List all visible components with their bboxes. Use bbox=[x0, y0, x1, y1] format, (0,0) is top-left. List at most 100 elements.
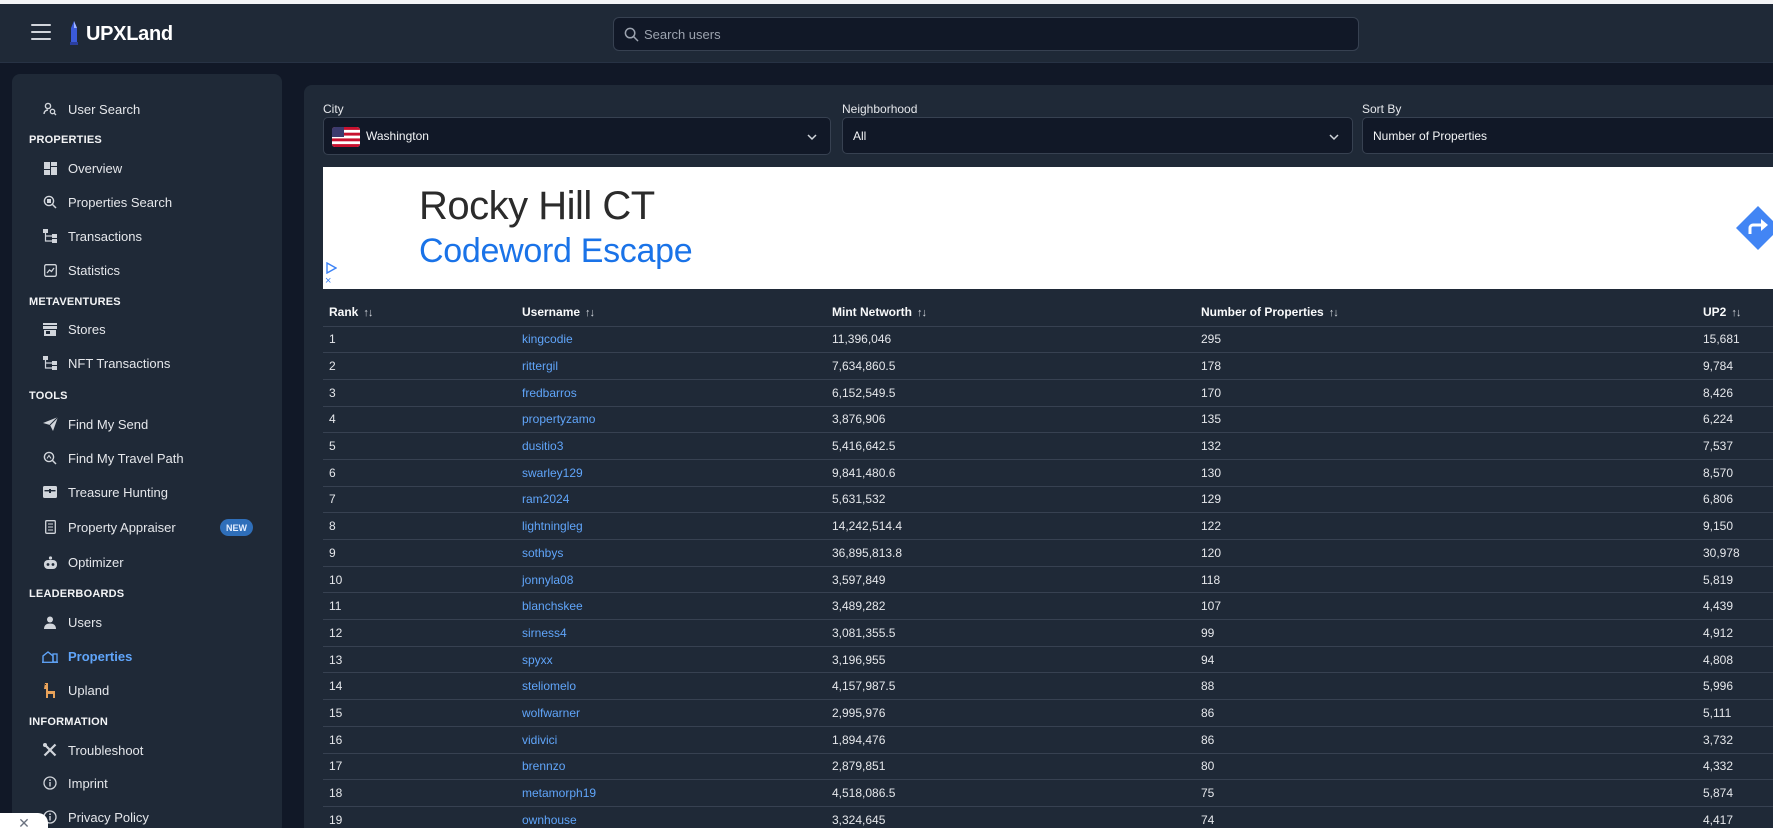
search-users-input[interactable] bbox=[644, 18, 1344, 50]
up2-cell: 4,439 bbox=[1697, 592, 1773, 621]
sidebar-item-users[interactable]: Users bbox=[42, 612, 102, 632]
sidebar-item-nft-transactions[interactable]: NFT Transactions bbox=[42, 353, 170, 373]
username-link[interactable]: spyxx bbox=[516, 646, 826, 674]
flow-icon bbox=[42, 355, 58, 371]
username-link[interactable]: ownhouse bbox=[516, 806, 826, 828]
sidebar-item-label: Treasure Hunting bbox=[68, 484, 168, 500]
app-title[interactable]: UPXLand bbox=[86, 23, 173, 46]
sidebar-item-upland[interactable]: Upland bbox=[42, 680, 109, 700]
num-properties-cell: 88 bbox=[1195, 672, 1697, 701]
sidebar-item-property-appraiser[interactable]: Property Appraiser bbox=[42, 517, 176, 537]
up2-cell: 3,732 bbox=[1697, 726, 1773, 754]
up2-cell: 5,819 bbox=[1697, 566, 1773, 594]
up2-cell: 9,784 bbox=[1697, 352, 1773, 380]
sort-arrows-icon[interactable]: ↑↓ bbox=[1731, 307, 1741, 319]
store-icon bbox=[42, 321, 58, 337]
sidebar-item-stores[interactable]: Stores bbox=[42, 319, 106, 339]
user-search-icon bbox=[42, 101, 58, 117]
rank-cell: 5 bbox=[323, 432, 516, 460]
sidebar-item-label: Troubleshoot bbox=[68, 742, 144, 758]
sort-arrows-icon[interactable]: ↑↓ bbox=[1329, 307, 1339, 319]
username-link[interactable]: sirness4 bbox=[516, 619, 826, 647]
sort-by-select[interactable]: Number of Properties bbox=[1362, 117, 1773, 154]
sidebar-item-find-my-travel-path[interactable]: Find My Travel Path bbox=[42, 448, 184, 468]
city-select[interactable]: Washington bbox=[323, 117, 831, 155]
sidebar-item-optimizer[interactable]: Optimizer bbox=[42, 552, 124, 572]
username-link[interactable]: blanchskee bbox=[516, 592, 826, 621]
ad-title[interactable]: Rocky Hill CT bbox=[419, 184, 655, 229]
neighborhood-select[interactable]: All bbox=[842, 117, 1353, 154]
sidebar-item-privacy-policy[interactable]: Privacy Policy bbox=[42, 807, 149, 827]
mint-networth-cell: 14,242,514.4 bbox=[826, 512, 1195, 540]
sidebar-item-properties[interactable]: Properties bbox=[42, 646, 132, 666]
username-link[interactable]: brennzo bbox=[516, 753, 826, 781]
username-link[interactable]: propertyzamo bbox=[516, 406, 826, 434]
num-properties-cell: 135 bbox=[1195, 406, 1697, 434]
section-title-tools: TOOLS bbox=[29, 390, 68, 402]
sort-arrows-icon[interactable]: ↑↓ bbox=[585, 307, 595, 319]
llama-icon bbox=[42, 682, 58, 698]
header-up2[interactable]: UP2 ↑↓ bbox=[1697, 298, 1773, 327]
directions-arrow-icon[interactable] bbox=[1735, 205, 1773, 251]
advertisement-banner[interactable]: Rocky Hill CT Codeword Escape × bbox=[323, 167, 1773, 289]
rank-cell: 15 bbox=[323, 699, 516, 727]
sidebar-item-statistics[interactable]: Statistics bbox=[42, 260, 120, 280]
ad-choices-icon[interactable] bbox=[325, 262, 337, 274]
header-mint-networth[interactable]: Mint Networth ↑↓ bbox=[826, 298, 1195, 327]
username-link[interactable]: ram2024 bbox=[516, 486, 826, 514]
search-box[interactable] bbox=[613, 17, 1359, 51]
rank-cell: 1 bbox=[323, 326, 516, 354]
sidebar-item-troubleshoot[interactable]: Troubleshoot bbox=[42, 740, 143, 760]
username-link[interactable]: wolfwarner bbox=[516, 699, 826, 727]
table-row: 19 ownhouse 3,324,645 74 4,417 bbox=[323, 806, 1773, 828]
ad-subtitle[interactable]: Codeword Escape bbox=[419, 232, 693, 271]
up2-cell: 5,996 bbox=[1697, 672, 1773, 701]
username-link[interactable]: dusitio3 bbox=[516, 432, 826, 460]
username-link[interactable]: sothbys bbox=[516, 539, 826, 567]
mint-networth-cell: 6,152,549.5 bbox=[826, 379, 1195, 407]
sidebar: User Search PROPERTIES Overview Properti… bbox=[12, 74, 282, 828]
sidebar-item-label: Stores bbox=[68, 321, 106, 337]
up2-cell: 30,978 bbox=[1697, 539, 1773, 567]
rank-cell: 14 bbox=[323, 672, 516, 701]
username-link[interactable]: metamorph19 bbox=[516, 779, 826, 807]
username-link[interactable]: kingcodie bbox=[516, 326, 826, 354]
sidebar-item-overview[interactable]: Overview bbox=[42, 158, 122, 178]
table-row: 4 propertyzamo 3,876,906 135 6,224 bbox=[323, 406, 1773, 434]
us-flag-icon bbox=[332, 127, 360, 147]
up2-cell: 5,111 bbox=[1697, 699, 1773, 727]
up2-cell: 4,808 bbox=[1697, 646, 1773, 674]
main-panel: City Washington Neighborhood All Sort By… bbox=[304, 85, 1773, 828]
mint-networth-cell: 3,196,955 bbox=[826, 646, 1195, 674]
ad-close-icon[interactable]: × bbox=[325, 276, 331, 287]
rank-cell: 2 bbox=[323, 352, 516, 380]
top-bar: UPXLand bbox=[0, 4, 1773, 63]
sidebar-item-user-search[interactable]: User Search bbox=[42, 99, 140, 119]
sort-arrows-icon[interactable]: ↑↓ bbox=[917, 307, 927, 319]
sidebar-item-transactions[interactable]: Transactions bbox=[42, 226, 142, 246]
section-title-leaderboards: LEADERBOARDS bbox=[29, 588, 125, 600]
hamburger-menu-icon[interactable] bbox=[31, 24, 51, 40]
sidebar-item-properties-search[interactable]: Properties Search bbox=[42, 192, 172, 212]
close-icon[interactable]: ✕ bbox=[0, 813, 48, 828]
mint-networth-cell: 5,416,642.5 bbox=[826, 432, 1195, 460]
username-link[interactable]: steliomelo bbox=[516, 672, 826, 701]
username-link[interactable]: jonnyla08 bbox=[516, 566, 826, 594]
num-properties-cell: 118 bbox=[1195, 566, 1697, 594]
header-rank[interactable]: Rank ↑↓ bbox=[323, 298, 516, 327]
up2-cell: 8,570 bbox=[1697, 459, 1773, 487]
username-link[interactable]: fredbarros bbox=[516, 379, 826, 407]
section-title-metaventures: METAVENTURES bbox=[29, 296, 121, 308]
header-username[interactable]: Username ↑↓ bbox=[516, 298, 826, 327]
header-number-of-properties[interactable]: Number of Properties ↑↓ bbox=[1195, 298, 1697, 327]
sidebar-item-find-my-send[interactable]: Find My Send bbox=[42, 414, 148, 434]
num-properties-cell: 86 bbox=[1195, 699, 1697, 727]
table-row: 11 blanchskee 3,489,282 107 4,439 bbox=[323, 592, 1773, 621]
sidebar-item-treasure-hunting[interactable]: Treasure Hunting bbox=[42, 482, 168, 502]
username-link[interactable]: swarley129 bbox=[516, 459, 826, 487]
sidebar-item-imprint[interactable]: Imprint bbox=[42, 773, 108, 793]
username-link[interactable]: lightningleg bbox=[516, 512, 826, 540]
username-link[interactable]: rittergil bbox=[516, 352, 826, 380]
sort-arrows-icon[interactable]: ↑↓ bbox=[363, 307, 373, 319]
username-link[interactable]: vidivici bbox=[516, 726, 826, 754]
